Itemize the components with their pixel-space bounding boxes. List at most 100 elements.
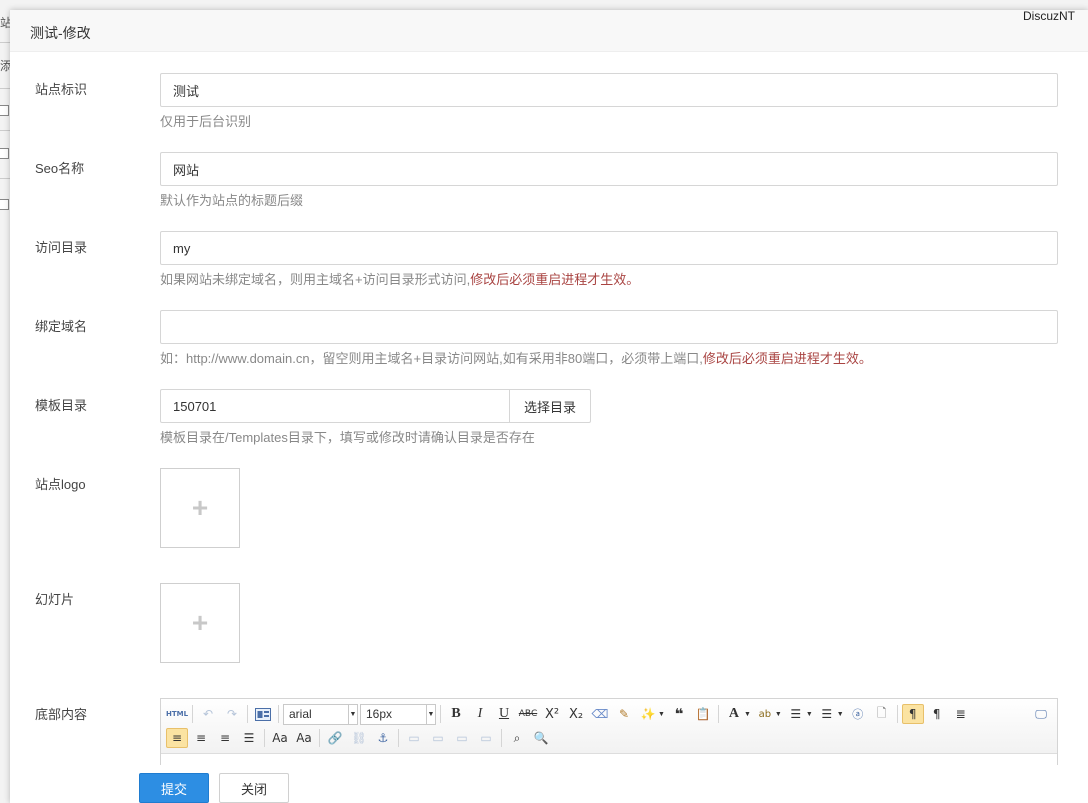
background-divider <box>0 88 10 89</box>
ltr-direction-icon[interactable]: ¶ <box>901 704 924 724</box>
lowercase-icon[interactable]: Aa <box>293 728 315 748</box>
rtl-direction-icon[interactable]: ¶ <box>926 704 948 724</box>
font-size-value: 16px <box>366 707 393 721</box>
access-dir-help-warning: 修改后必须重启进程才生效。 <box>470 272 640 287</box>
align-left-icon[interactable]: ≡ <box>166 728 188 748</box>
access-dir-label: 访问目录 <box>35 240 88 255</box>
unordered-list-icon[interactable]: ☰ <box>816 704 838 724</box>
highlight-color-icon[interactable]: ab <box>754 704 776 724</box>
blockquote-icon[interactable]: ❝ <box>668 704 690 724</box>
chevron-down-icon: ▼ <box>658 710 665 718</box>
background-checkbox <box>0 148 9 159</box>
seo-name-label: Seo名称 <box>35 161 85 176</box>
background-text-fragment: 站 <box>0 16 10 30</box>
template-dir-label: 模板目录 <box>35 398 88 413</box>
submit-button[interactable]: 提交 <box>139 773 209 803</box>
font-size-select[interactable]: 16px ▼ <box>360 703 436 725</box>
toolbar-separator <box>319 729 320 747</box>
fullscreen-icon[interactable]: 🖵 <box>1030 704 1052 724</box>
anchor-icon[interactable]: ⚓ <box>372 728 394 748</box>
chevron-down-icon: ▼ <box>743 710 751 718</box>
chevron-down-icon: ▼ <box>426 704 435 724</box>
font-family-select[interactable]: arial ▼ <box>283 703 358 725</box>
bold-icon[interactable]: B <box>445 704 467 724</box>
choose-directory-button[interactable]: 选择目录 <box>509 389 591 423</box>
dialog-header: 测试-修改 <box>10 10 1088 52</box>
image-none-icon[interactable]: ▭ <box>403 728 425 748</box>
toolbar-separator <box>192 705 193 723</box>
strikethrough-icon[interactable]: ABC <box>517 704 539 724</box>
editor-toolbar: HTML ↶ ↷ arial ▼ 16px ▼ B I U ABC X² X₂ … <box>161 699 1057 754</box>
select-all-icon[interactable]: ⓐ <box>847 704 869 724</box>
image-left-icon[interactable]: ▭ <box>427 728 449 748</box>
footer-content-label: 底部内容 <box>35 707 88 722</box>
close-button[interactable]: 关闭 <box>219 773 289 803</box>
template-icon[interactable] <box>252 704 274 724</box>
background-checkbox <box>0 199 9 210</box>
toolbar-separator <box>501 729 502 747</box>
chevron-down-icon: ▼ <box>836 710 844 718</box>
toolbar-separator <box>717 705 719 723</box>
plus-icon: + <box>191 492 209 523</box>
bind-domain-help-text: 如：http://www.domain.cn，留空则用主域名+目录访问网站,如有… <box>160 351 703 366</box>
chevron-down-icon: ▼ <box>348 704 357 724</box>
indent-icon[interactable]: ≣ <box>950 704 972 724</box>
font-family-value: arial <box>289 707 312 721</box>
brand-label: DiscuzNT <box>1022 9 1075 23</box>
underline-icon[interactable]: U <box>493 704 515 724</box>
site-id-input[interactable] <box>160 73 1058 107</box>
link-icon[interactable]: 🔗 <box>324 728 346 748</box>
redo-icon[interactable]: ↷ <box>221 704 243 724</box>
background-divider <box>0 42 10 43</box>
site-id-label: 站点标识 <box>35 82 88 97</box>
background-checkbox <box>0 105 9 116</box>
seo-name-help: 默认作为站点的标题后缀 <box>160 193 304 208</box>
background-divider <box>0 130 10 131</box>
image-center-icon[interactable]: ▭ <box>475 728 497 748</box>
access-dir-help-text: 如果网站未绑定域名，则用主域名+访问目录形式访问, <box>160 272 471 287</box>
preview-icon[interactable]: 🔍 <box>530 728 552 748</box>
bind-domain-help: 如：http://www.domain.cn，留空则用主域名+目录访问网站,如有… <box>160 348 872 367</box>
bind-domain-label: 绑定域名 <box>35 319 88 334</box>
paste-text-icon[interactable]: 📋 <box>692 704 714 724</box>
background-divider <box>0 178 10 179</box>
chevron-down-icon: ▼ <box>805 710 813 718</box>
align-center-icon[interactable]: ≡ <box>190 728 212 748</box>
undo-icon[interactable]: ↶ <box>197 704 219 724</box>
unlink-icon[interactable]: ⛓ <box>348 728 370 748</box>
image-right-icon[interactable]: ▭ <box>451 728 473 748</box>
align-justify-icon[interactable]: ☰ <box>238 728 260 748</box>
italic-icon[interactable]: I <box>469 704 491 724</box>
dialog-title: 测试-修改 <box>30 25 91 41</box>
subscript-icon[interactable]: X₂ <box>565 704 587 724</box>
access-dir-input[interactable] <box>160 231 1058 265</box>
eraser-icon[interactable]: ⌫ <box>589 704 611 724</box>
seo-name-input[interactable] <box>160 152 1058 186</box>
font-color-icon[interactable]: A <box>723 704 745 724</box>
toolbar-separator <box>264 729 265 747</box>
dialog-body: 站点标识 仅用于后台识别 Seo名称 默认作为站点的标题后缀 访问目录 如果网站… <box>10 52 1088 765</box>
edit-dialog: 测试-修改 站点标识 仅用于后台识别 Seo名称 默认作为站点的标题后缀 访问目… <box>10 10 1088 803</box>
auto-format-icon[interactable]: ✨ <box>637 704 659 724</box>
ordered-list-icon[interactable]: ☰ <box>785 704 807 724</box>
superscript-icon[interactable]: X² <box>541 704 563 724</box>
format-brush-icon[interactable]: ✎ <box>613 704 635 724</box>
template-dir-help: 模板目录在/Templates目录下，填写或修改时请确认目录是否存在 <box>160 430 535 445</box>
template-dir-input[interactable] <box>160 389 510 423</box>
find-replace-icon[interactable]: ⌕ <box>506 728 528 748</box>
site-logo-upload-button[interactable]: + <box>160 468 240 548</box>
bind-domain-help-warning: 修改后必须重启进程才生效。 <box>702 351 872 366</box>
toolbar-separator <box>398 729 399 747</box>
toolbar-separator <box>278 705 279 723</box>
toolbar-separator <box>896 705 898 723</box>
slides-label: 幻灯片 <box>35 592 75 607</box>
uppercase-icon[interactable]: Aa <box>269 728 291 748</box>
slides-upload-button[interactable]: + <box>160 583 240 663</box>
clear-document-icon[interactable]: 🗋 <box>871 704 893 724</box>
rich-text-editor: HTML ↶ ↷ arial ▼ 16px ▼ B I U ABC X² X₂ … <box>160 698 1058 765</box>
editor-toolbar-row-2: ≡ ≡ ≡ ☰ Aa Aa 🔗 ⛓ ⚓ ▭ ▭ ▭ ▭ ⌕ 🔍 <box>165 726 1053 750</box>
align-right-icon[interactable]: ≡ <box>214 728 236 748</box>
dialog-footer: 提交 关闭 <box>10 765 1088 803</box>
html-source-icon[interactable]: HTML <box>166 704 188 724</box>
bind-domain-input[interactable] <box>160 310 1058 344</box>
